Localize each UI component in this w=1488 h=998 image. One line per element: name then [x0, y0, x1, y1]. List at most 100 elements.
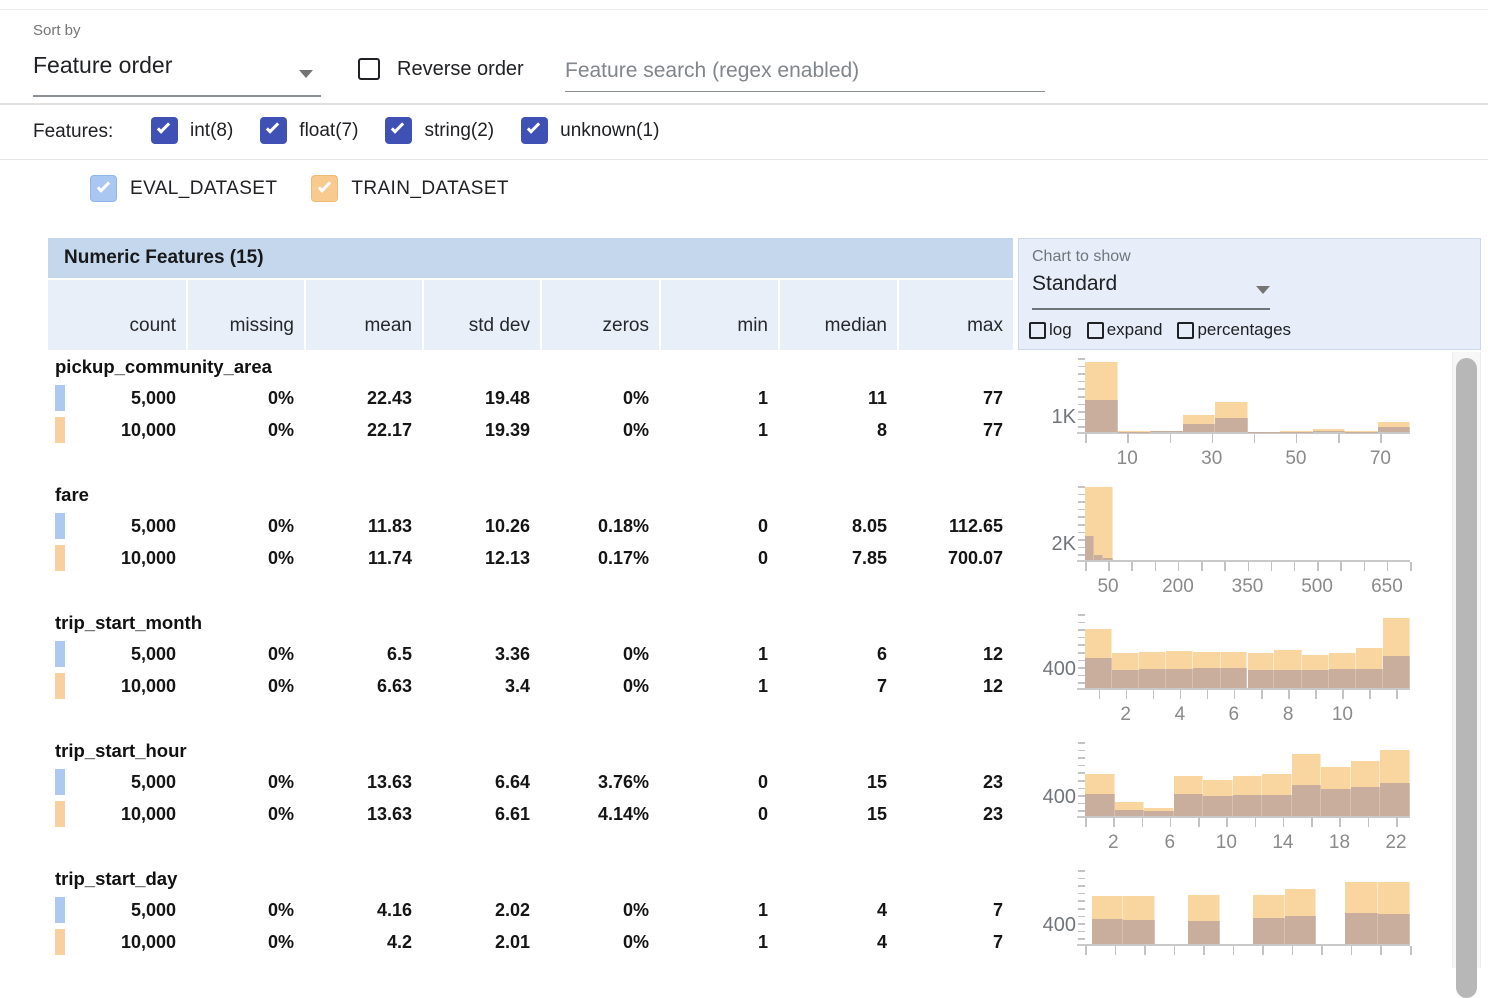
table-body: pickup_community_area5,0000%22.4319.480%… [48, 352, 1013, 992]
x-axis-tick [1144, 946, 1146, 955]
column-header-min: min [659, 280, 778, 350]
stat-cell-min: 1 [659, 670, 778, 702]
chart-toggle-row: log expand percentages [1029, 320, 1291, 340]
y-axis-tick [1078, 494, 1085, 496]
stat-cell-zeros: 0.18% [540, 510, 659, 542]
toggle-label: percentages [1197, 320, 1291, 340]
sort-by-select[interactable]: Feature order [33, 52, 323, 94]
stat-cell-zeros: 0% [540, 670, 659, 702]
y-axis-tick [1078, 878, 1085, 880]
x-axis-tick-label: 4 [1175, 704, 1186, 726]
stat-cell-mean: 6.63 [304, 670, 422, 702]
eval-overlap-bar [1112, 670, 1139, 688]
stats-row-eval: 5,0000%6.53.360%1612 [48, 638, 1013, 670]
scrollbar-thumb[interactable] [1456, 358, 1477, 998]
stat-cell-missing: 0% [186, 766, 304, 798]
eval-overlap-bar [1262, 795, 1292, 816]
x-axis-tick [1321, 946, 1323, 955]
y-axis-tick [1078, 366, 1085, 368]
x-axis-tick [1174, 946, 1176, 955]
x-axis-tick [1201, 562, 1203, 571]
stat-cell-count: 10,000 [48, 414, 186, 446]
histogram-trip_start_hour: 4002610141822 [1030, 736, 1450, 864]
x-axis-tick [1369, 690, 1371, 699]
train-color-swatch [55, 417, 65, 443]
y-axis-tick [1078, 757, 1085, 759]
y-axis-tick [1078, 411, 1085, 413]
eval-color-swatch [55, 385, 65, 411]
stat-cell-max: 12 [897, 670, 1013, 702]
stat-cell-max: 77 [897, 382, 1013, 414]
x-axis-tick-label: 10 [1216, 832, 1237, 854]
x-axis-tick [1113, 818, 1115, 827]
stat-cell-count: 10,000 [48, 542, 186, 574]
stat-cell-min: 1 [659, 894, 778, 926]
eval-overlap-bar [1313, 431, 1346, 432]
x-axis-tick [1292, 946, 1294, 955]
chart-type-select[interactable]: Standard [1032, 272, 1270, 306]
toggle-percentages[interactable]: percentages [1177, 320, 1291, 340]
y-axis-tick [1078, 772, 1085, 774]
column-header-missing: missing [186, 280, 304, 350]
stat-cell-min: 0 [659, 798, 778, 830]
eval-overlap-bar [1248, 670, 1275, 688]
train-color-swatch [55, 545, 65, 571]
type-filter-float[interactable]: float(7) [260, 117, 358, 144]
x-axis-tick [1085, 562, 1087, 571]
stat-cell-min: 0 [659, 542, 778, 574]
toggle-log[interactable]: log [1029, 320, 1072, 340]
x-axis-tick [1153, 690, 1155, 699]
x-axis-tick [1234, 690, 1236, 699]
stat-cell-std-dev: 2.01 [422, 926, 540, 958]
stat-cell-mean: 11.74 [304, 542, 422, 574]
x-axis-tick [1368, 818, 1370, 827]
stat-cell-min: 1 [659, 382, 778, 414]
stat-cell-zeros: 0% [540, 926, 659, 958]
dataset-toggle-train_dataset[interactable]: TRAIN_DATASET [311, 175, 509, 202]
feature-type-filters: int(8) float(7) string(2) unknown(1) [151, 117, 659, 144]
chevron-down-icon [299, 70, 313, 78]
y-axis-tick [1078, 803, 1085, 805]
sort-by-value: Feature order [33, 52, 172, 78]
eval-overlap-bar [1150, 431, 1183, 432]
x-axis-tick [1410, 562, 1412, 571]
type-filter-int[interactable]: int(8) [151, 117, 233, 144]
stats-row-train: 10,0000%4.22.010%147 [48, 926, 1013, 958]
x-axis-tick-label: 8 [1283, 704, 1294, 726]
x-axis-tick-label: 10 [1117, 448, 1138, 470]
eval-overlap-bar [1144, 811, 1174, 816]
x-axis-tick [1226, 818, 1228, 827]
checkmark-icon [97, 179, 110, 192]
column-header-mean: mean [304, 280, 422, 350]
stats-row-train: 10,0000%6.633.40%1712 [48, 670, 1013, 702]
x-axis-tick [1233, 946, 1235, 955]
stats-row-train: 10,0000%11.7412.130.17%07.85700.07 [48, 542, 1013, 574]
eval-overlap-bar [1383, 656, 1410, 688]
x-axis-tick-label: 650 [1371, 576, 1403, 598]
stat-cell-count: 10,000 [48, 926, 186, 958]
y-axis-label: 400 [1030, 786, 1076, 809]
stat-cell-zeros: 0% [540, 894, 659, 926]
checkmark-icon [266, 120, 279, 133]
feature-search-input[interactable] [565, 50, 1045, 92]
checkmark-icon [527, 120, 540, 133]
stat-cell-zeros: 0% [540, 414, 659, 446]
dataset-toggle-eval_dataset[interactable]: EVAL_DATASET [90, 175, 277, 202]
toggle-expand[interactable]: expand [1087, 320, 1163, 340]
x-axis-tick [1108, 562, 1110, 571]
x-axis-tick [1178, 562, 1180, 571]
stat-cell-count: 5,000 [48, 894, 186, 926]
stat-cell-max: 7 [897, 894, 1013, 926]
x-axis-tick-label: 70 [1370, 448, 1391, 470]
type-filter-unknown[interactable]: unknown(1) [521, 117, 659, 144]
type-filter-string[interactable]: string(2) [385, 117, 494, 144]
eval-overlap-bar [1253, 918, 1285, 944]
eval-overlap-bar [1380, 783, 1410, 816]
stat-cell-median: 4 [778, 894, 897, 926]
reverse-order-checkbox[interactable] [358, 58, 380, 80]
x-axis-tick [1339, 818, 1341, 827]
y-axis-tick [1078, 742, 1085, 744]
x-axis-tick-label: 6 [1165, 832, 1176, 854]
type-filter-label: float(7) [299, 120, 358, 142]
x-axis-tick [1364, 562, 1366, 571]
